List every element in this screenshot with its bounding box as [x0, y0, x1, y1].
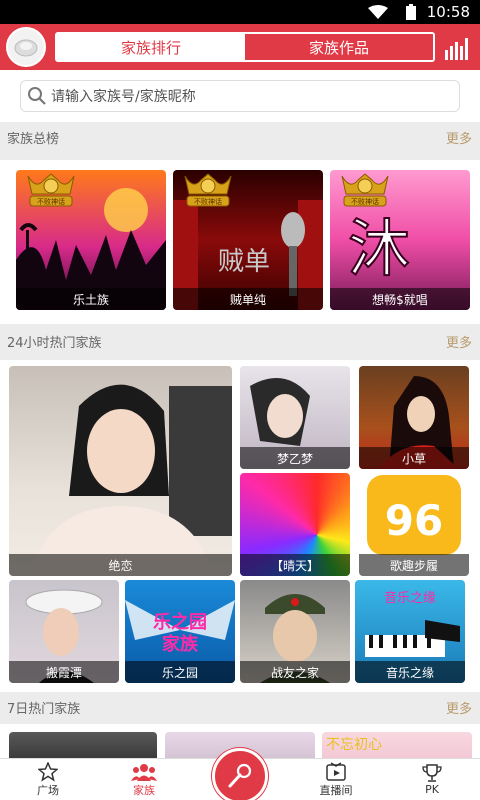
tab-family-works[interactable]: 家族作品 [245, 34, 433, 60]
wifi-icon [368, 5, 388, 19]
status-bar: 10:58 [0, 0, 480, 24]
nav-label: 广场 [37, 783, 59, 797]
clock: 10:58 [426, 3, 470, 21]
family-card[interactable]: 96 歌趣步履 [359, 473, 469, 576]
family-name: 小草 [359, 447, 469, 469]
family-name: 音乐之缘 [355, 661, 465, 683]
family-name: 想畅$就唱 [330, 288, 470, 310]
more-link[interactable]: 更多 [446, 332, 472, 351]
star-icon [38, 761, 58, 782]
ranking-bars-icon[interactable] [444, 36, 470, 60]
svg-text:贼单: 贼单 [218, 247, 270, 277]
avatar-icon [14, 39, 38, 57]
section-header-24h: 24小时热门家族 更多 [0, 326, 480, 356]
nav-label: PK [425, 783, 439, 796]
family-card[interactable]: 贼单 不败神话 贼单纯 [173, 170, 323, 310]
section-header-7d: 7日热门家族 更多 [0, 692, 480, 722]
nav-square[interactable]: 广场 [0, 759, 96, 800]
badge-text: 不败神话 [37, 197, 65, 206]
sing-button[interactable] [212, 748, 268, 800]
family-cover-text: 不忘初心 [326, 737, 382, 753]
svg-text:家族: 家族 [162, 633, 199, 655]
section-title: 家族总榜 [7, 132, 60, 147]
top-bar: 家族排行 家族作品 [0, 24, 480, 70]
search-area [0, 70, 480, 122]
user-avatar[interactable] [6, 27, 46, 67]
family-card[interactable]: 绝恋 [9, 366, 232, 576]
top-families-row: 不败神话 乐土族 贼单 不败神话 贼单纯 沐 不败神话 想畅$就唱 [0, 160, 480, 324]
family-cover-image [29, 384, 232, 576]
family-name: 乐之园 [125, 661, 235, 683]
rank-badge-icon: 不败神话 [184, 173, 232, 207]
tab-family-ranking[interactable]: 家族排行 [57, 34, 245, 60]
search-box [20, 80, 460, 112]
family-card[interactable] [9, 732, 157, 758]
family-card[interactable]: 乐之园 家族 乐之园 [125, 580, 235, 683]
live-room-icon [326, 761, 346, 781]
family-name: 歌趣步履 [359, 554, 469, 576]
section-title: 24小时热门家族 [7, 336, 102, 351]
svg-text:96: 96 [385, 496, 443, 545]
nav-pk[interactable]: PK [384, 759, 480, 800]
family-card[interactable]: 不忘初心 [322, 732, 472, 758]
nav-family[interactable]: 家族 [96, 759, 192, 800]
rank-badge-icon: 不败神话 [341, 173, 389, 207]
nav-label: 家族 [133, 783, 155, 797]
family-card[interactable]: 搬霞潭 [9, 580, 119, 683]
family-name: 搬霞潭 [9, 661, 119, 683]
nav-label: 直播间 [319, 783, 353, 797]
search-input[interactable] [51, 85, 451, 109]
svg-text:沐: 沐 [348, 212, 410, 285]
svg-text:乐之园: 乐之园 [153, 611, 207, 633]
family-card[interactable]: 【晴天】 [240, 473, 350, 576]
family-card[interactable]: 梦乙梦 [240, 366, 350, 469]
tab-switcher: 家族排行 家族作品 [55, 32, 435, 62]
section-title: 7日热门家族 [7, 702, 81, 717]
family-icon [131, 763, 157, 781]
family-name: 贼单纯 [173, 288, 323, 310]
family-card[interactable]: 小草 [359, 366, 469, 469]
hot24-grid: 绝恋 梦乙梦 小草 【晴天】 96 歌趣步履 搬霞潭 乐之园 家族 乐之园 战友… [0, 360, 480, 692]
battery-icon [406, 4, 416, 20]
more-link[interactable]: 更多 [446, 128, 472, 147]
svg-text:音乐之缘: 音乐之缘 [384, 590, 436, 606]
family-name: 【晴天】 [240, 554, 350, 576]
microphone-icon [228, 763, 252, 788]
family-name: 战友之家 [240, 661, 350, 683]
search-icon [28, 87, 46, 105]
family-name: 绝恋 [9, 554, 232, 576]
family-card[interactable]: 沐 不败神话 想畅$就唱 [330, 170, 470, 310]
trophy-icon [422, 764, 442, 782]
more-link[interactable]: 更多 [446, 698, 472, 717]
family-card[interactable]: 不败神话 乐土族 [16, 170, 166, 310]
section-header-total: 家族总榜 更多 [0, 122, 480, 152]
badge-text: 不败神话 [351, 197, 379, 206]
family-name: 乐土族 [16, 288, 166, 310]
family-card[interactable]: 战友之家 [240, 580, 350, 683]
family-name: 梦乙梦 [240, 447, 350, 469]
badge-text: 不败神话 [194, 197, 222, 206]
family-card[interactable]: 音乐之缘 音乐之缘 [355, 580, 465, 683]
rank-badge-icon: 不败神话 [27, 173, 75, 207]
nav-live-room[interactable]: 直播间 [288, 759, 384, 800]
